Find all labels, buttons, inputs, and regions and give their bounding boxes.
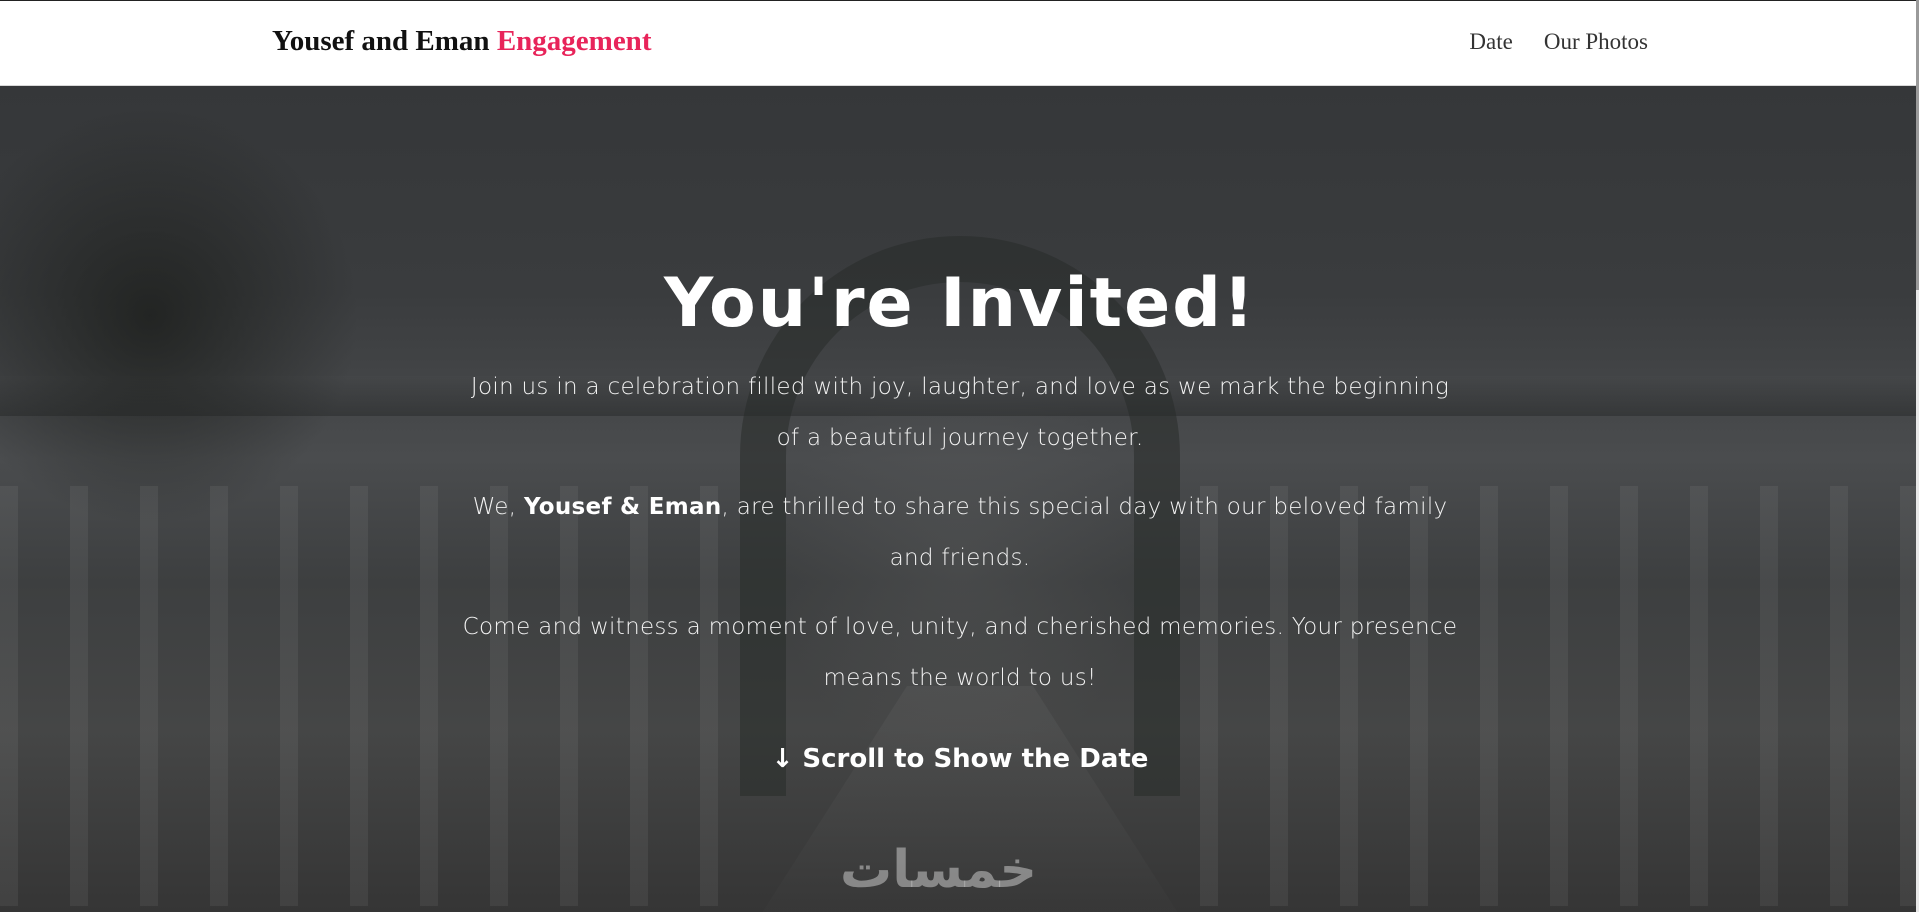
site-brand[interactable]: Yousef and Eman Engagement	[272, 25, 651, 58]
hero-background-tree	[0, 106, 360, 526]
hero-section: You're Invited! Join us in a celebration…	[0, 86, 1916, 912]
hero-paragraph-1: Join us in a celebration filled with joy…	[470, 374, 1450, 451]
watermark-logo: خمسات	[840, 840, 1080, 900]
scroll-to-date-link[interactable]: ↓ Scroll to Show the Date	[772, 744, 1149, 774]
hero-paragraph-2: We, Yousef & Eman, are thrilled to share…	[460, 482, 1460, 584]
watermark-text: خمسات	[840, 840, 1038, 900]
couple-names: Yousef & Eman	[523, 494, 722, 520]
hero-paragraph-2-suffix: , are thrilled to share this special day…	[721, 494, 1448, 571]
hero-paragraph-2-prefix: We,	[472, 494, 524, 520]
nav-link-date[interactable]: Date	[1469, 29, 1512, 55]
brand-name: Yousef and Eman	[272, 25, 490, 57]
hero-paragraph-3: Come and witness a moment of love, unity…	[462, 614, 1458, 691]
hero-content: You're Invited! Join us in a celebration…	[460, 264, 1460, 774]
hero-title: You're Invited!	[664, 264, 1256, 343]
nav-link-our-photos[interactable]: Our Photos	[1544, 29, 1648, 55]
brand-accent: Engagement	[496, 25, 652, 57]
nav-links: Date Our Photos	[1469, 29, 1648, 55]
top-navbar: Yousef and Eman Engagement Date Our Phot…	[0, 0, 1919, 86]
